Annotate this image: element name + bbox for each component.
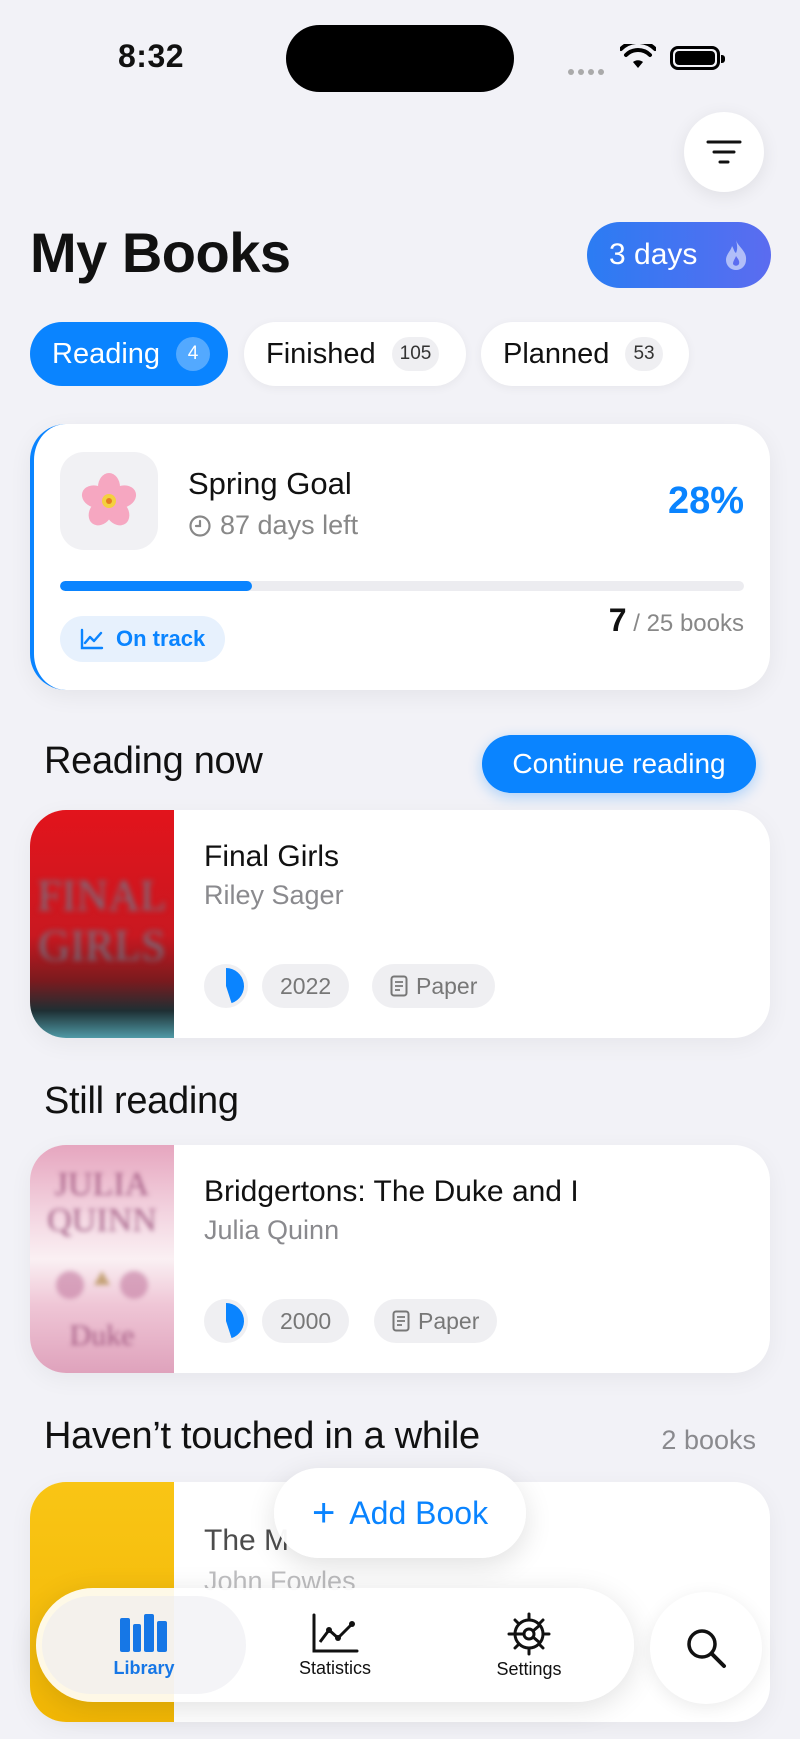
goal-status-pill: On track (60, 616, 226, 662)
tab-count-badge: 53 (625, 337, 663, 371)
add-book-label: Add Book (349, 1494, 489, 1531)
svg-text:GIRLS: GIRLS (38, 921, 165, 970)
goal-books-read: 7 (608, 602, 627, 638)
tab-count-badge: 4 (176, 337, 211, 371)
battery-icon (670, 46, 725, 70)
svg-text:Duke: Duke (70, 1319, 135, 1352)
section-title-still-reading: Still reading (44, 1080, 239, 1122)
book-card[interactable]: FINAL GIRLS Final Girls Riley Sager 2022 … (30, 810, 770, 1038)
reading-progress-pie (204, 964, 248, 1008)
section-title-stale: Haven’t touched in a while (44, 1415, 480, 1457)
book-card[interactable]: JULIA QUINN Duke Bridgertons: The Duke and… (30, 1145, 770, 1373)
status-time: 8:32 (118, 38, 185, 74)
stale-book-count: 2 books (661, 1425, 756, 1455)
continue-reading-button[interactable]: Continue reading (482, 735, 756, 793)
goal-emoji-tile (60, 452, 158, 550)
page-title: My Books (30, 221, 291, 284)
search-icon (687, 1629, 726, 1668)
flame-icon (726, 240, 747, 270)
format-chip: Paper (372, 964, 496, 1008)
goal-books-total: / 25 books (633, 610, 744, 637)
svg-text:QUINN: QUINN (47, 1202, 157, 1239)
clock-icon (189, 514, 211, 537)
goal-days-left: 87 days left (188, 510, 358, 541)
book-author: Riley Sager (204, 880, 344, 910)
books-icon (120, 1613, 167, 1652)
goal-book-count: 7 / 25 books (609, 602, 744, 639)
goal-progress-bar (60, 581, 744, 591)
reading-goal-card[interactable]: Spring Goal 87 days left 28% On track 7 … (30, 424, 770, 690)
filter-icon (706, 140, 742, 164)
goal-status-label: On track (116, 626, 206, 651)
svg-text:JULIA: JULIA (55, 1166, 150, 1203)
tab-label: Planned (503, 337, 610, 370)
year-chip: 2022 (262, 964, 350, 1008)
tab-label: Reading (52, 337, 161, 370)
cherry-blossom-icon (81, 473, 137, 526)
tabbar-item-library[interactable]: Library (42, 1596, 246, 1694)
goal-title: Spring Goal (188, 466, 352, 501)
goal-progress-fill (60, 581, 252, 591)
gear-icon (507, 1612, 551, 1655)
format-chip: Paper (374, 1299, 498, 1343)
section-title-reading-now: Reading now (44, 740, 263, 782)
tab-count-badge: 105 (391, 337, 440, 371)
chart-icon (312, 1613, 359, 1652)
svg-text:FINAL: FINAL (37, 871, 167, 920)
streak-badge[interactable]: 3 days (587, 222, 771, 288)
tabbar-item-settings[interactable]: Settings (454, 1588, 604, 1702)
wifi-icon (619, 39, 657, 75)
book-title: Bridgertons: The Duke and I (204, 1175, 579, 1208)
filter-button[interactable] (684, 112, 764, 192)
document-icon (392, 1310, 410, 1332)
tabbar-label: Settings (496, 1658, 562, 1679)
add-book-button[interactable]: + Add Book (274, 1468, 526, 1558)
format-label: Paper (416, 972, 478, 999)
book-cover: JULIA QUINN Duke (30, 1145, 174, 1373)
book-cover: FINAL GIRLS (30, 810, 174, 1038)
tab-reading[interactable]: Reading 4 (30, 322, 228, 386)
tab-planned[interactable]: Planned 53 (481, 322, 689, 386)
format-label: Paper (418, 1307, 480, 1334)
goal-days-left-text: 87 days left (220, 510, 359, 540)
trend-up-icon (80, 628, 104, 650)
search-button[interactable] (650, 1592, 762, 1704)
cellular-signal-icon (568, 62, 608, 80)
tabbar-label: Statistics (298, 1657, 372, 1678)
tabbar-label: Library (113, 1657, 175, 1678)
year-chip: 2000 (262, 1299, 350, 1343)
tabbar-item-statistics[interactable]: Statistics (260, 1588, 410, 1702)
book-author: Julia Quinn (204, 1215, 340, 1245)
goal-percent: 28% (667, 480, 744, 522)
document-icon (390, 975, 408, 997)
book-title: Final Girls (204, 840, 340, 873)
reading-progress-pie (204, 1299, 248, 1343)
tab-label: Finished (266, 337, 376, 370)
bottom-tab-bar: Library Statistics Settings (36, 1588, 634, 1702)
streak-label: 3 days (609, 238, 698, 271)
plus-icon: + (311, 1490, 336, 1535)
tab-finished[interactable]: Finished 105 (244, 322, 466, 386)
dynamic-island (286, 25, 514, 92)
